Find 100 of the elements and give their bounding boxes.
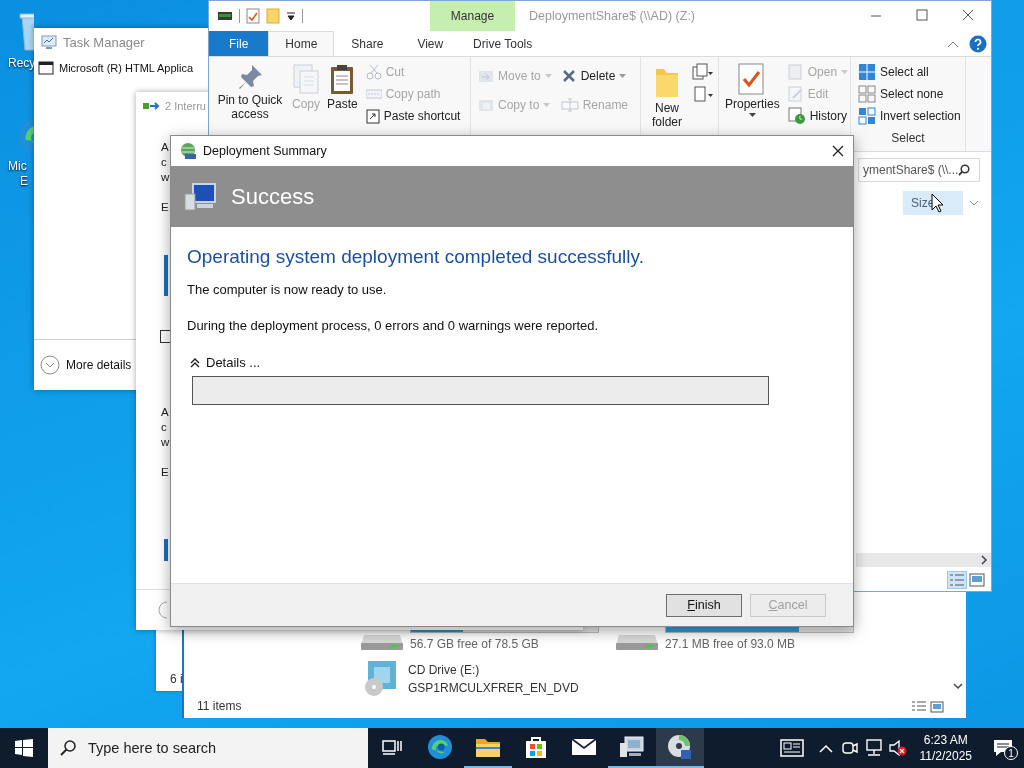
drive-name: CD Drive (E:) [408, 663, 481, 677]
history-icon [787, 107, 806, 125]
taskbar-button[interactable] [656, 728, 704, 768]
easy-access-icon[interactable] [692, 85, 714, 103]
ribbon-button[interactable]: Pin to Quick access [213, 61, 287, 123]
help-icon[interactable] [969, 34, 987, 53]
window-title: Task Manager [63, 34, 145, 50]
text-fragment: E [161, 200, 169, 215]
new-item-icon[interactable] [692, 63, 714, 81]
ribbon-button[interactable]: Properties [723, 61, 782, 119]
text-fragment: A [161, 405, 169, 420]
ribbon-button[interactable]: Delete [557, 61, 632, 90]
computer-icon[interactable] [619, 735, 645, 759]
shortcut-clipboard-icon [365, 108, 380, 124]
scissors-icon [365, 64, 382, 80]
window-title: 2 Interru [165, 100, 206, 112]
text-fragment: A [161, 140, 169, 155]
store-bag-icon[interactable] [524, 735, 548, 759]
text-fragment: c [161, 420, 167, 435]
speaker-muted-icon[interactable] [888, 739, 907, 757]
chevron-down-circle-icon[interactable] [40, 355, 60, 375]
text-fragment: c [161, 155, 167, 170]
disc-icon[interactable] [667, 734, 693, 760]
status-heading: Operating system deployment completed successfully. [187, 246, 645, 268]
details-toggle[interactable]: Details ... [187, 355, 261, 370]
dropdown-icon[interactable] [286, 11, 296, 21]
ribbon-tab[interactable]: Home [268, 31, 335, 56]
large-icons-view-icon[interactable] [969, 573, 985, 587]
dialog-title: Deployment Summary [203, 143, 328, 158]
select-all-icon [858, 63, 876, 81]
path-icon [365, 88, 382, 100]
message-text: The computer is now ready to use. [187, 282, 388, 297]
drive-icon[interactable] [217, 9, 233, 23]
delete-x-icon [560, 67, 577, 84]
ribbon-button[interactable]: Paste [325, 61, 360, 113]
ribbon-group-label: Select [890, 131, 926, 147]
envelope-icon[interactable] [571, 738, 597, 756]
meeting-icon[interactable] [841, 740, 858, 756]
computer-icon [183, 181, 217, 212]
app-list-item[interactable]: Microsoft (R) HTML Applica [59, 62, 194, 74]
ribbon-button[interactable]: Select none [855, 83, 964, 105]
scroll-down-icon[interactable] [953, 682, 963, 690]
desktop-icon-label: E [19, 174, 28, 189]
ribbon-button[interactable]: New folder [645, 61, 689, 131]
scroll-right-icon[interactable] [980, 555, 988, 565]
double-chevron-up-icon [190, 357, 200, 368]
mouse-pointer-icon [931, 193, 944, 213]
ribbon-tab[interactable]: View [400, 31, 461, 56]
properties-icon[interactable] [246, 8, 260, 24]
banner-title: Success [231, 183, 315, 210]
browser-icon [427, 734, 453, 760]
folder-icon[interactable] [475, 736, 501, 758]
progress-bar-fragment [164, 539, 168, 561]
status-text: 11 items [196, 699, 242, 715]
ribbon-button[interactable]: History [784, 105, 852, 127]
window-title: DeploymentShare$ (\\AD) (Z:) [529, 9, 696, 23]
text-fragment: E [161, 465, 169, 480]
context-tab-header: Manage [430, 1, 515, 31]
ribbon-tab[interactable]: Share [334, 31, 401, 56]
task-view-icon[interactable] [382, 738, 402, 756]
network-arrows-icon [143, 100, 161, 112]
task-manager-icon [41, 35, 57, 49]
message-text: During the deployment process, 0 errors and 0 warnings were reported. [187, 318, 600, 333]
ribbon-button[interactable]: Paste shortcut [362, 105, 464, 127]
desktop-icon-label: Mic [8, 159, 27, 174]
large-icons-view-icon[interactable] [930, 701, 944, 713]
select-none-icon [858, 85, 876, 103]
progress-bar-fragment [164, 255, 168, 296]
drive-free-space: 27.1 MB free of 93.0 MB [665, 637, 797, 651]
globe-disk-icon [179, 141, 197, 160]
clock[interactable]: 6:23 AM 11/2/2025 [909, 728, 982, 768]
text-fragment: w [161, 435, 170, 450]
search-icon [60, 740, 76, 756]
notification-count: 1 [1004, 746, 1018, 760]
dialog-button[interactable]: Finish [666, 593, 742, 617]
ribbon-button[interactable]: Invert selection [855, 105, 964, 127]
windows-logo-icon[interactable] [15, 739, 33, 757]
copy-icon [292, 63, 320, 95]
taskbar-search-field[interactable]: Type here to search [48, 728, 368, 768]
chevron-down-icon[interactable] [970, 200, 978, 206]
ribbon-button[interactable]: Select all [855, 61, 964, 83]
rename-icon [560, 97, 579, 112]
more-details-link[interactable]: More details [66, 358, 132, 372]
search-field[interactable]: ymentShare$ (\\... [858, 158, 980, 182]
drive-label: GSP1RMCULXFRER_EN_DVD [408, 681, 579, 695]
drive-free-space: 56.7 GB free of 78.5 GB [410, 637, 540, 651]
close-icon[interactable] [832, 144, 844, 157]
network-icon[interactable] [863, 739, 884, 757]
open-icon [787, 64, 804, 80]
status-text: 6 i [169, 672, 184, 688]
ribbon-tab[interactable]: File [209, 31, 269, 56]
invert-selection-icon [858, 107, 876, 125]
clipboard-icon [329, 63, 356, 95]
ribbon-tab[interactable]: Drive Tools [460, 31, 546, 56]
search-icon [958, 164, 970, 176]
text-fragment: w [161, 170, 170, 185]
app-window-icon [38, 61, 54, 75]
horizontal-scrollbar[interactable] [856, 553, 991, 567]
newspaper-icon[interactable] [779, 739, 804, 757]
chevron-up-icon[interactable] [818, 743, 833, 753]
